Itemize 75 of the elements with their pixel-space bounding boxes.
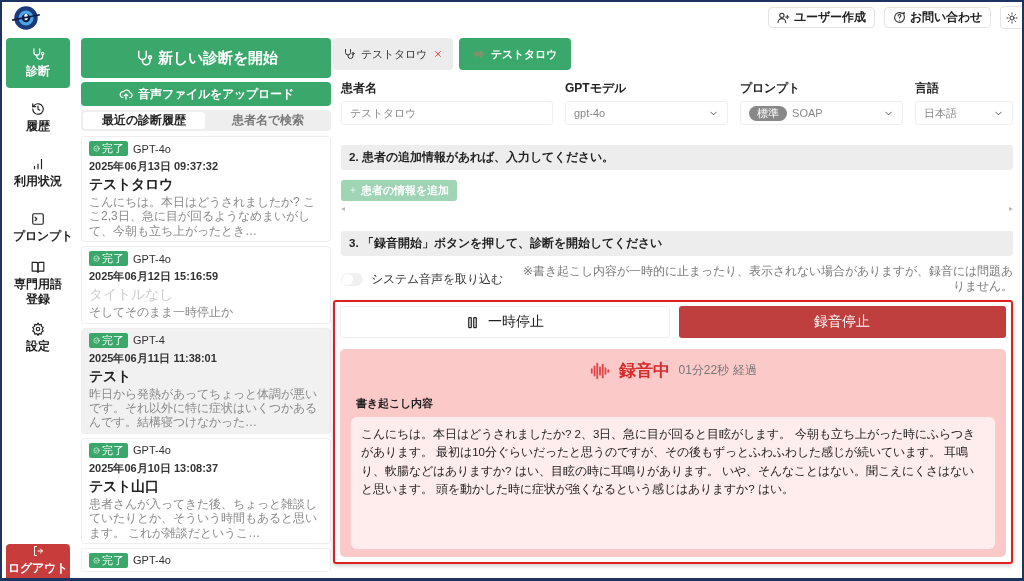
history-card[interactable]: 完了 GPT-4o 2025年06月13日 09:37:32 テストタロウ こんにちは。本日はどうされましたか? ここ2,3日、急に目が回るようなめまいがして、今朝も立ち上がったとき… <box>81 136 331 243</box>
cloud-upload-icon <box>118 87 133 101</box>
stethoscope-icon <box>343 48 355 60</box>
status-badge: 完了 <box>89 442 128 458</box>
bar-chart-icon <box>31 157 45 172</box>
toggle-label: システム音声を取り込む <box>370 270 503 288</box>
stop-recording-button[interactable]: 録音停止 <box>678 306 1006 338</box>
check-circle-icon <box>93 446 100 454</box>
help-icon <box>893 11 906 24</box>
recording-status: 録音中 <box>619 360 671 382</box>
history-tab[interactable]: 最近の診断履歴 <box>83 112 205 129</box>
field-label: 言語 <box>915 80 941 97</box>
model-name: GPT-4 <box>133 334 165 347</box>
check-circle-icon <box>93 255 100 263</box>
sun-icon <box>1006 11 1018 24</box>
logo-icon <box>10 4 42 31</box>
sidebar-item[interactable]: 履歴 <box>6 93 70 143</box>
book-icon <box>31 260 45 275</box>
user-plus-icon <box>777 11 790 24</box>
field-label: GPTモデル <box>565 80 627 97</box>
field-label: 患者名 <box>341 80 378 97</box>
transcript-excerpt: こんにちは。本日はどうされましたか? ここ2,3日、急に目が回るようなめまいがして、今朝も立ち上がったとき… <box>89 195 316 239</box>
model-name: GPT-4o <box>133 142 171 155</box>
scroll-arrow-icon[interactable] <box>1009 207 1013 211</box>
transcript-excerpt: 昨日から発熱があってちょっと体調が悪いです。それ以外に特に症状はいくつかあるんです。結構寝つけなかった… <box>89 386 318 430</box>
field-label: プロンプト <box>740 80 802 97</box>
settings-icon <box>31 322 45 337</box>
sidebar-item[interactable]: 設定 <box>6 313 70 363</box>
status-badge: 完了 <box>89 552 128 568</box>
logout-button[interactable]: ログアウト <box>6 544 70 578</box>
model-name: GPT-4o <box>133 252 171 265</box>
check-circle-icon <box>93 145 100 152</box>
stethoscope-icon <box>31 47 45 62</box>
session-tab[interactable]: テストタロウ <box>333 38 453 70</box>
plus-icon <box>349 186 357 194</box>
header-button[interactable]: ユーザー作成 <box>768 7 875 28</box>
waveform-icon <box>473 48 485 60</box>
diagnosis-date: 2025年06月10日 13:08:37 <box>89 460 220 476</box>
status-badge: 完了 <box>89 332 128 348</box>
history-card[interactable]: 完了 GPT-4o 2025年06月10日 13:08:37 テスト山口 患者さんが入ってきた後、ちょっと雑談していたりとか、そういう時間もあると思います。 これが雑談だというこ… <box>81 437 331 544</box>
check-circle-icon <box>93 336 100 344</box>
transcript-label: 書き起こし内容 <box>356 396 434 411</box>
pause-button[interactable]: 一時停止 <box>340 306 670 338</box>
elapsed-time: 01分22秒 経過 <box>678 362 757 379</box>
transcript-excerpt: 患者さんが入ってきた後、ちょっと雑談していたりとか、そういう時間もあると思います。 これが雑談だというこ… <box>89 496 318 540</box>
history-card[interactable]: 完了 GPT-4 2025年06月11日 11:38:01 テスト 昨日から発熱があってちょっと体調が悪いです。それ以外に特に症状はいくつかあるんです。結構寝つけなかった… <box>81 327 331 434</box>
theme-toggle-button[interactable] <box>1000 6 1022 29</box>
sidebar-item[interactable]: 利用状況 <box>6 148 70 198</box>
model-name: GPT-4o <box>133 444 171 457</box>
model-name: GPT-4o <box>133 554 171 567</box>
section-heading: 2. 患者の追加情報があれば、入力してください。 <box>341 145 1013 170</box>
terminal-icon <box>31 212 45 227</box>
sidebar-item[interactable]: 専門用語登録 <box>6 258 70 308</box>
status-badge: 完了 <box>89 251 128 267</box>
logout-icon <box>32 545 44 557</box>
history-tab[interactable]: 患者名で検索 <box>207 112 329 129</box>
patient-title: テスト <box>89 367 132 386</box>
patient-title: テストタロウ <box>89 176 174 194</box>
section-heading: 3. 「録音開始」ボタンを押して、診断を開始してください <box>341 231 1013 256</box>
transcript-excerpt: そしてそのまま一時停止か <box>89 305 234 320</box>
tag-badge: 標準 <box>749 105 788 121</box>
header-button[interactable]: お問い合わせ <box>884 7 991 28</box>
close-icon <box>433 49 443 59</box>
patient-title: テスト山口 <box>89 477 160 496</box>
diagnosis-date: 2025年06月11日 11:38:01 <box>89 350 218 366</box>
clock-icon <box>31 102 45 117</box>
notice-text: ※書き起こし内容が一時的に止まったり、表示されない場合がありますが、録音には問題ありません。 <box>521 264 1013 294</box>
status-badge: 完了 <box>89 141 128 156</box>
transcript-text: こんにちは。本日はどうされましたか? 2、3日、急に目が回ると目眩がします。 今朝も立ち上がった時にふらつきがあります。 最初は10分ぐらいだったと思うのですが、その後もずっとふわふわした感じが続いています。 耳鳴り、軟腸などはありますか? はい、目眩の時に耳鳴りがあります。 いや、そんなことはない。聞こえにくさはないと思います。 頭を動かした時に症状が強くなるという感じはありますか? はい。 <box>351 417 995 549</box>
history-card[interactable]: 完了 GPT-4o <box>81 547 331 572</box>
diagnosis-date: 2025年06月12日 15:16:59 <box>89 269 220 285</box>
check-circle-icon <box>93 556 100 564</box>
sidebar-item[interactable]: プロンプト <box>6 203 70 253</box>
scroll-arrow-icon[interactable] <box>341 207 345 211</box>
diagnosis-date: 2025年06月13日 09:37:32 <box>89 159 220 174</box>
